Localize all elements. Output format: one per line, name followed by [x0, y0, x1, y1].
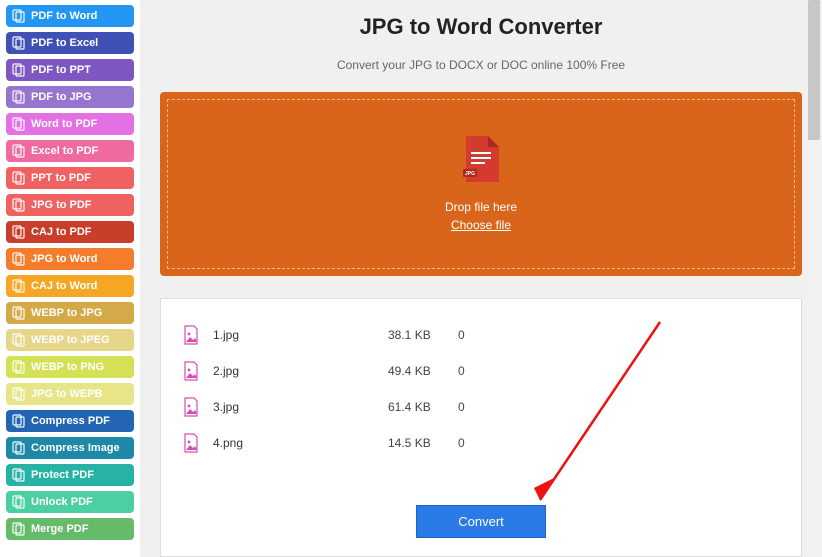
- file-size: 61.4 KB: [388, 400, 458, 414]
- scrollbar-thumb[interactable]: [808, 0, 820, 140]
- file-convert-icon: [12, 117, 26, 131]
- sidebar-item-label: Protect PDF: [31, 469, 94, 481]
- convert-button[interactable]: Convert: [416, 505, 546, 538]
- sidebar-item-17[interactable]: Protect PDF: [6, 464, 134, 486]
- file-convert-icon: [12, 279, 26, 293]
- image-file-icon: [183, 325, 199, 345]
- file-name: 1.jpg: [213, 328, 388, 342]
- file-convert-icon: [12, 9, 26, 23]
- sidebar-item-5[interactable]: Excel to PDF: [6, 140, 134, 162]
- sidebar-item-3[interactable]: PDF to JPG: [6, 86, 134, 108]
- dropzone-inner: JPG Drop file here Choose file: [167, 99, 795, 269]
- file-name: 4.png: [213, 436, 388, 450]
- sidebar-item-6[interactable]: PPT to PDF: [6, 167, 134, 189]
- file-pages: 0: [458, 400, 465, 414]
- sidebar-item-label: JPG to WEPB: [31, 388, 103, 400]
- file-list: 1.jpg38.1 KB02.jpg49.4 KB03.jpg61.4 KB04…: [160, 298, 802, 557]
- sidebar-item-0[interactable]: PDF to Word: [6, 5, 134, 27]
- file-size: 49.4 KB: [388, 364, 458, 378]
- sidebar-item-label: WEBP to JPEG: [31, 334, 110, 346]
- sidebar-item-1[interactable]: PDF to Excel: [6, 32, 134, 54]
- sidebar-item-label: JPG to Word: [31, 253, 97, 265]
- sidebar-item-label: Compress PDF: [31, 415, 110, 427]
- sidebar-item-label: Excel to PDF: [31, 145, 98, 157]
- sidebar-item-label: Merge PDF: [31, 523, 88, 535]
- file-convert-icon: [12, 333, 26, 347]
- sidebar-item-label: JPG to PDF: [31, 199, 92, 211]
- file-convert-icon: [12, 306, 26, 320]
- page-title: JPG to Word Converter: [160, 14, 802, 40]
- file-convert-icon: [12, 198, 26, 212]
- sidebar-item-label: Compress Image: [31, 442, 120, 454]
- sidebar-item-10[interactable]: CAJ to Word: [6, 275, 134, 297]
- sidebar: PDF to Word PDF to Excel PDF to PPT PDF to …: [0, 0, 140, 557]
- page-subtitle: Convert your JPG to DOCX or DOC online 1…: [160, 58, 802, 72]
- image-file-icon: [183, 361, 199, 381]
- sidebar-item-12[interactable]: WEBP to JPEG: [6, 329, 134, 351]
- file-convert-icon: [12, 468, 26, 482]
- sidebar-item-2[interactable]: PDF to PPT: [6, 59, 134, 81]
- sidebar-item-label: Unlock PDF: [31, 496, 93, 508]
- sidebar-item-label: Word to PDF: [31, 118, 97, 130]
- sidebar-item-label: PDF to JPG: [31, 91, 92, 103]
- sidebar-item-16[interactable]: Compress Image: [6, 437, 134, 459]
- sidebar-item-4[interactable]: Word to PDF: [6, 113, 134, 135]
- dropzone[interactable]: JPG Drop file here Choose file: [160, 92, 802, 276]
- file-row: 1.jpg38.1 KB0: [183, 317, 779, 353]
- sidebar-item-label: PDF to Excel: [31, 37, 98, 49]
- file-row: 2.jpg49.4 KB0: [183, 353, 779, 389]
- jpg-file-icon: JPG: [463, 136, 499, 182]
- image-file-icon: [183, 397, 199, 417]
- sidebar-item-13[interactable]: WEBP to PNG: [6, 356, 134, 378]
- sidebar-item-11[interactable]: WEBP to JPG: [6, 302, 134, 324]
- sidebar-item-label: WEBP to PNG: [31, 361, 104, 373]
- file-convert-icon: [12, 252, 26, 266]
- file-convert-icon: [12, 522, 26, 536]
- sidebar-item-label: CAJ to PDF: [31, 226, 92, 238]
- choose-file-link[interactable]: Choose file: [451, 218, 511, 232]
- file-convert-icon: [12, 144, 26, 158]
- file-name: 3.jpg: [213, 400, 388, 414]
- file-size: 38.1 KB: [388, 328, 458, 342]
- sidebar-item-9[interactable]: JPG to Word: [6, 248, 134, 270]
- sidebar-item-18[interactable]: Unlock PDF: [6, 491, 134, 513]
- sidebar-item-8[interactable]: CAJ to PDF: [6, 221, 134, 243]
- sidebar-item-label: WEBP to JPG: [31, 307, 102, 319]
- file-convert-icon: [12, 414, 26, 428]
- file-pages: 0: [458, 436, 465, 450]
- sidebar-item-14[interactable]: JPG to WEPB: [6, 383, 134, 405]
- file-name: 2.jpg: [213, 364, 388, 378]
- sidebar-item-label: PPT to PDF: [31, 172, 91, 184]
- sidebar-item-19[interactable]: Merge PDF: [6, 518, 134, 540]
- file-convert-icon: [12, 90, 26, 104]
- file-row: 3.jpg61.4 KB0: [183, 389, 779, 425]
- file-convert-icon: [12, 171, 26, 185]
- sidebar-item-label: CAJ to Word: [31, 280, 97, 292]
- file-pages: 0: [458, 364, 465, 378]
- file-row: 4.png14.5 KB0: [183, 425, 779, 461]
- file-convert-icon: [12, 441, 26, 455]
- sidebar-item-15[interactable]: Compress PDF: [6, 410, 134, 432]
- image-file-icon: [183, 433, 199, 453]
- file-convert-icon: [12, 225, 26, 239]
- file-convert-icon: [12, 360, 26, 374]
- file-pages: 0: [458, 328, 465, 342]
- file-convert-icon: [12, 495, 26, 509]
- drop-text: Drop file here: [445, 200, 517, 214]
- sidebar-item-7[interactable]: JPG to PDF: [6, 194, 134, 216]
- scrollbar[interactable]: [806, 0, 822, 557]
- file-convert-icon: [12, 36, 26, 50]
- file-convert-icon: [12, 63, 26, 77]
- file-size: 14.5 KB: [388, 436, 458, 450]
- svg-text:JPG: JPG: [465, 171, 475, 177]
- sidebar-item-label: PDF to PPT: [31, 64, 91, 76]
- sidebar-item-label: PDF to Word: [31, 10, 97, 22]
- file-convert-icon: [12, 387, 26, 401]
- main-content: JPG to Word Converter Convert your JPG t…: [140, 0, 822, 557]
